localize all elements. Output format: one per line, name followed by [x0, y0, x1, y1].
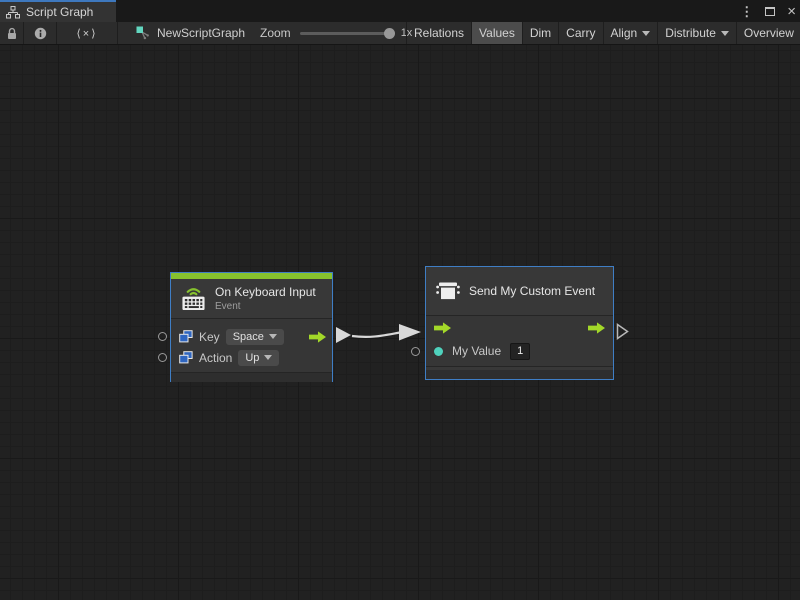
- dim-button[interactable]: Dim: [522, 22, 558, 44]
- close-icon[interactable]: ×: [787, 4, 796, 19]
- lock-button[interactable]: [0, 22, 24, 44]
- node-on-keyboard-input[interactable]: On Keyboard Input Event Key Space: [170, 272, 333, 382]
- tab-title: Script Graph: [26, 5, 93, 19]
- key-port-label: Key: [199, 330, 220, 344]
- custom-event-icon: [435, 279, 461, 303]
- trigger-output-port[interactable]: [616, 323, 630, 340]
- menu-icon[interactable]: ⋮: [740, 5, 753, 18]
- connection-wire: [0, 45, 800, 600]
- lock-icon: [6, 27, 18, 40]
- script-graph-asset-icon: [136, 26, 150, 40]
- my-value-input-port[interactable]: [411, 347, 420, 356]
- key-input-port[interactable]: [158, 332, 167, 341]
- action-dropdown[interactable]: Up: [238, 350, 279, 366]
- tab-bar: Script Graph ⋮ ×: [0, 0, 800, 22]
- flow-output-arrow-icon[interactable]: [588, 322, 605, 334]
- graph-toolbar: ⟨×⟩ NewScriptGraph Zoom 1x Relations Val…: [0, 22, 800, 45]
- my-value-input[interactable]: 1: [510, 343, 530, 360]
- literal-value-icon: [179, 330, 193, 343]
- node-body: Key Space Action Up: [171, 318, 332, 373]
- graph-canvas[interactable]: On Keyboard Input Event Key Space: [0, 45, 800, 600]
- code-view-button[interactable]: ⟨×⟩: [57, 22, 118, 44]
- carry-button[interactable]: Carry: [558, 22, 602, 44]
- dropdown-caret-icon: [721, 31, 729, 36]
- node-send-my-custom-event[interactable]: Send My Custom Event My Value 1: [425, 266, 614, 380]
- overview-button[interactable]: Overview: [736, 22, 800, 44]
- align-dropdown-button[interactable]: Align: [603, 22, 658, 44]
- dropdown-caret-icon: [642, 31, 650, 36]
- node-footer: [171, 373, 332, 382]
- value-port-dot-icon: [434, 347, 443, 356]
- node-title: Send My Custom Event: [469, 284, 595, 298]
- zoom-slider-handle[interactable]: [384, 28, 395, 39]
- node-header[interactable]: On Keyboard Input Event: [171, 279, 332, 318]
- zoom-control: Zoom 1x: [260, 22, 412, 44]
- trigger-output-port-connected[interactable]: [336, 327, 351, 343]
- graph-asset-name: NewScriptGraph: [157, 26, 245, 40]
- info-button[interactable]: [24, 22, 57, 44]
- dropdown-caret-icon: [269, 334, 277, 339]
- window-controls: ⋮ ×: [740, 0, 796, 22]
- zoom-label: Zoom: [260, 26, 291, 40]
- dropdown-caret-icon: [264, 355, 272, 360]
- graph-asset-button[interactable]: NewScriptGraph: [128, 22, 253, 44]
- key-dropdown[interactable]: Space: [226, 329, 284, 345]
- toolbar-button-group: Relations Values Dim Carry Align Distrib…: [406, 22, 800, 44]
- script-graph-window: Script Graph ⋮ × ⟨×⟩: [0, 0, 800, 600]
- action-port-row: Action Up: [171, 347, 332, 368]
- flow-output-arrow-icon[interactable]: [309, 331, 326, 343]
- flow-input-arrow-icon[interactable]: [434, 322, 451, 334]
- literal-value-icon: [179, 351, 193, 364]
- zoom-slider[interactable]: [300, 32, 392, 35]
- graph-hierarchy-icon: [6, 6, 20, 19]
- maximize-icon[interactable]: [765, 7, 775, 16]
- node-footer: [426, 370, 613, 379]
- distribute-dropdown-button[interactable]: Distribute: [657, 22, 736, 44]
- action-port-label: Action: [199, 351, 232, 365]
- node-title: On Keyboard Input: [215, 285, 316, 299]
- info-icon: [34, 27, 47, 40]
- node-body-padding: [426, 363, 613, 367]
- tab-script-graph[interactable]: Script Graph: [0, 0, 116, 22]
- flow-port-row: [426, 315, 613, 339]
- relations-button[interactable]: Relations: [406, 22, 471, 44]
- my-value-port-row: My Value 1: [426, 339, 613, 363]
- my-value-label: My Value: [452, 344, 501, 358]
- keyboard-event-icon: [180, 286, 207, 311]
- action-input-port[interactable]: [158, 353, 167, 362]
- node-subtitle: Event: [215, 301, 316, 312]
- key-port-row: Key Space: [171, 326, 332, 347]
- node-header[interactable]: Send My Custom Event: [426, 267, 613, 315]
- values-button[interactable]: Values: [471, 22, 522, 44]
